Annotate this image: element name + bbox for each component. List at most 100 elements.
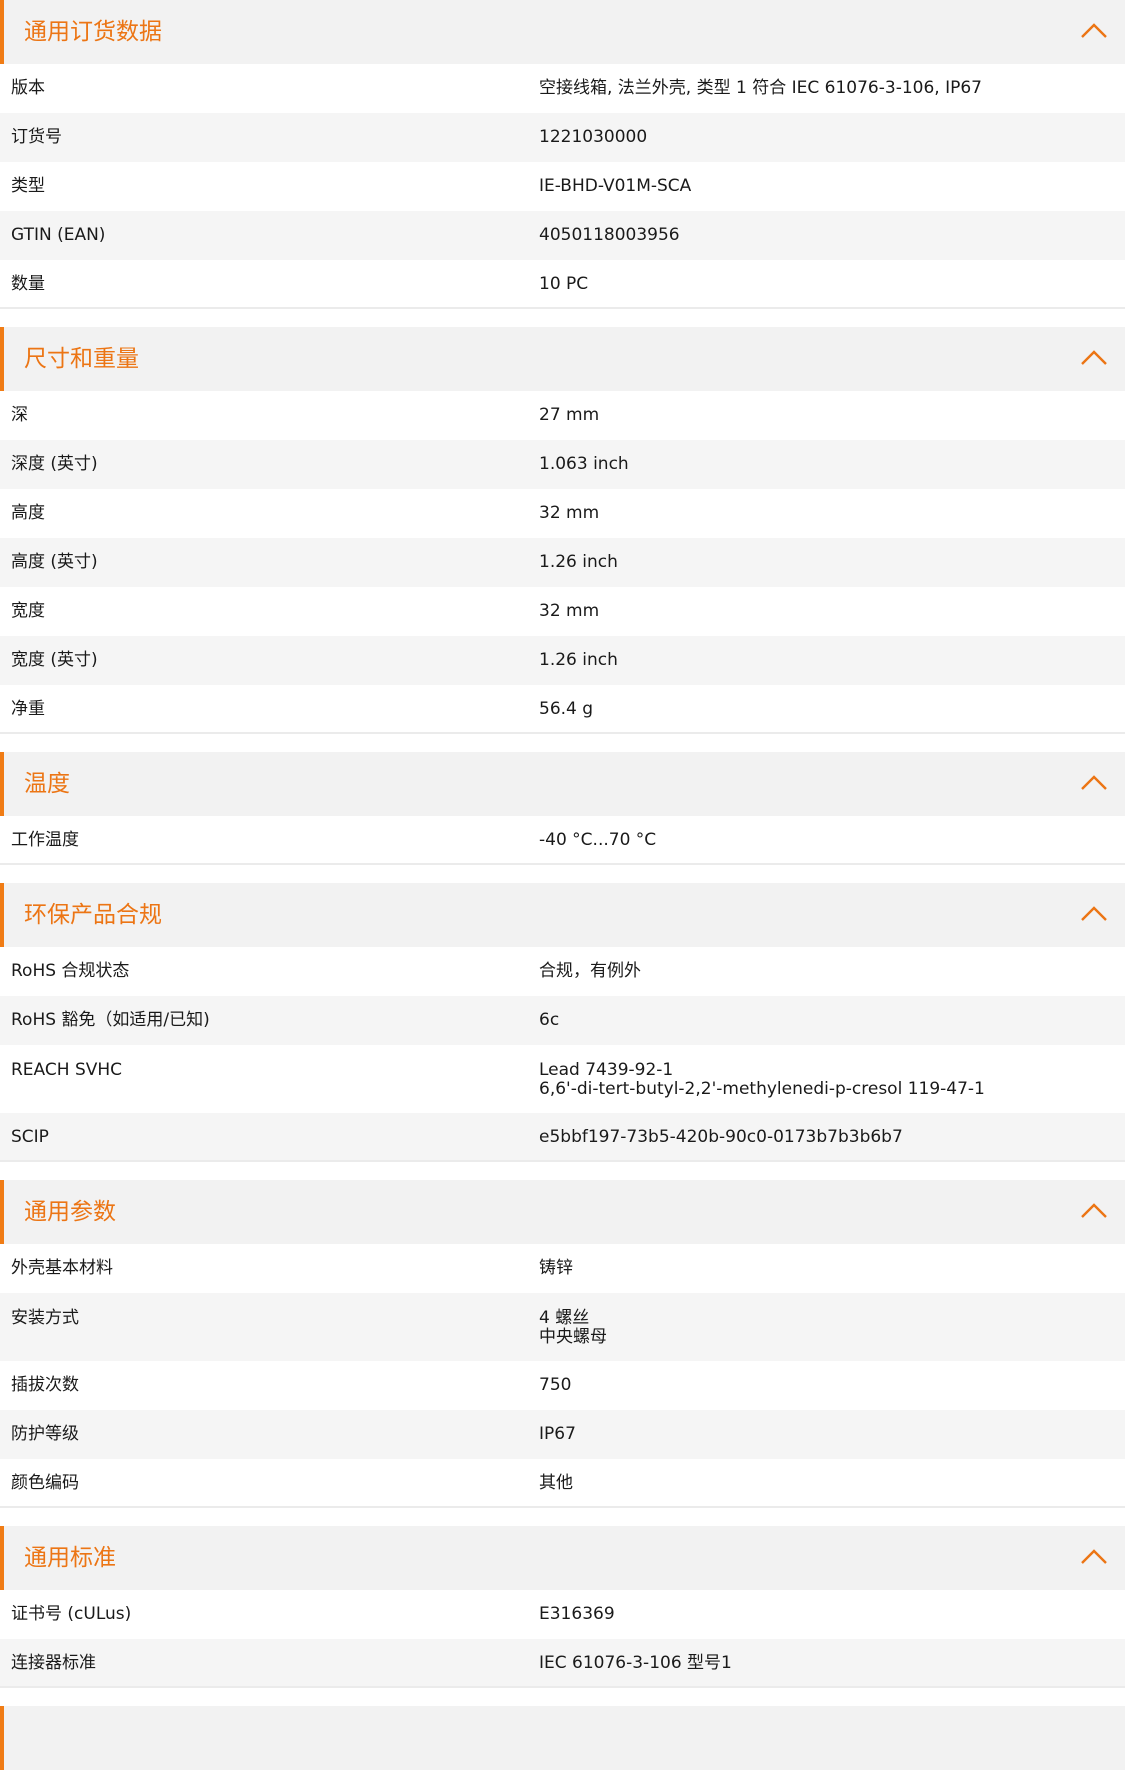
spec-label: 宽度 (英寸) <box>11 650 98 670</box>
spec-row: 宽度 (英寸) 1.26 inch <box>0 636 1125 685</box>
spec-value: 6c <box>539 1010 560 1030</box>
spec-section: 通用订货数据版本 空接线箱, 法兰外壳, 类型 1 符合 IEC 61076-3-… <box>0 0 1125 309</box>
spec-value: 1.26 inch <box>539 650 618 670</box>
spec-row: 宽度 32 mm <box>0 587 1125 636</box>
spec-row: 数量 10 PC <box>0 260 1125 309</box>
section-title: 尺寸和重量 <box>24 346 139 372</box>
spec-row: 净重 56.4 g <box>0 685 1125 734</box>
chevron-up-icon[interactable] <box>1079 901 1109 925</box>
section-header-toggle[interactable]: 通用参数 <box>0 1180 1125 1244</box>
spec-value: 750 <box>539 1375 572 1395</box>
spec-row: RoHS 合规状态 合规，有例外 <box>0 947 1125 996</box>
section-header-toggle[interactable]: 尺寸和重量 <box>0 327 1125 391</box>
spec-label: RoHS 豁免（如适用/已知) <box>11 1010 210 1030</box>
spec-row: 工作温度 -40 °C...70 °C <box>0 816 1125 865</box>
spec-label: 证书号 (cULus) <box>11 1604 132 1624</box>
section-title: 环保产品合规 <box>24 902 162 928</box>
chevron-up-icon[interactable] <box>1079 770 1109 794</box>
spec-row: 插拔次数 750 <box>0 1361 1125 1410</box>
spec-row: 高度 (英寸) 1.26 inch <box>0 538 1125 587</box>
spec-label: SCIP <box>11 1127 49 1147</box>
spec-label: 深度 (英寸) <box>11 454 98 474</box>
section-title: 通用标准 <box>24 1545 116 1571</box>
chevron-up-icon[interactable] <box>1079 1544 1109 1568</box>
spec-rows: 深 27 mm 深度 (英寸) 1.063 inch 高度 32 mm 高度 (英寸) 1.2… <box>0 391 1125 734</box>
spec-row: REACH SVHC Lead 7439-92-1 6,6'-di-tert-bu… <box>0 1045 1125 1113</box>
chevron-up-icon[interactable] <box>1079 345 1109 369</box>
spec-label: 安装方式 <box>11 1308 79 1328</box>
spec-label: RoHS 合规状态 <box>11 961 130 981</box>
spec-value: 10 PC <box>539 274 589 294</box>
spec-label: 深 <box>11 405 28 425</box>
spec-rows: 版本 空接线箱, 法兰外壳, 类型 1 符合 IEC 61076-3-106, I… <box>0 64 1125 309</box>
spec-section <box>0 1706 1125 1770</box>
spec-label: 订货号 <box>11 127 62 147</box>
spec-section: 环保产品合规 RoHS 合规状态 合规，有例外 RoHS 豁免（如适用/已知) 6c RE… <box>0 883 1125 1162</box>
spec-value: 1221030000 <box>539 127 648 147</box>
spec-rows: RoHS 合规状态 合规，有例外 RoHS 豁免（如适用/已知) 6c REACH SV… <box>0 947 1125 1162</box>
spec-value: 56.4 g <box>539 699 594 719</box>
spec-row: RoHS 豁免（如适用/已知) 6c <box>0 996 1125 1045</box>
spec-value: E316369 <box>539 1604 615 1624</box>
spec-row: 版本 空接线箱, 法兰外壳, 类型 1 符合 IEC 61076-3-106, I… <box>0 64 1125 113</box>
spec-value: e5bbf197-73b5-420b-90c0-0173b7b3b6b7 <box>539 1127 903 1147</box>
spec-rows: 外壳基本材料 铸锌 安装方式 4 螺丝 中央螺母 插拔次数 750 防护等级 IP67 颜色编码… <box>0 1244 1125 1508</box>
spec-value: Lead 7439-92-1 6,6'-di-tert-butyl-2,2'-m… <box>539 1060 985 1099</box>
spec-label: 高度 <box>11 503 45 523</box>
spec-label: 插拔次数 <box>11 1375 79 1395</box>
spec-label: 数量 <box>11 274 45 294</box>
section-title: 通用订货数据 <box>24 19 162 45</box>
chevron-up-icon[interactable] <box>1079 18 1109 42</box>
spec-row: SCIP e5bbf197-73b5-420b-90c0-0173b7b3b6b7 <box>0 1113 1125 1162</box>
spec-value: IE-BHD-V01M-SCA <box>539 176 692 196</box>
spec-row: 外壳基本材料 铸锌 <box>0 1244 1125 1293</box>
spec-value: IEC 61076-3-106 型号1 <box>539 1653 732 1673</box>
spec-section: 通用标准证书号 (cULus) E316369 连接器标准 IEC 61076-3-1… <box>0 1526 1125 1688</box>
spec-value: 合规，有例外 <box>539 961 641 981</box>
spec-label: 高度 (英寸) <box>11 552 98 572</box>
spec-value: 32 mm <box>539 601 600 621</box>
spec-label: 连接器标准 <box>11 1653 96 1673</box>
section-header-toggle[interactable]: 通用订货数据 <box>0 0 1125 64</box>
spec-value: 27 mm <box>539 405 600 425</box>
section-header-toggle[interactable]: 通用标准 <box>0 1526 1125 1590</box>
product-spec-page: 通用订货数据版本 空接线箱, 法兰外壳, 类型 1 符合 IEC 61076-3-… <box>0 0 1125 1770</box>
spec-row: 颜色编码 其他 <box>0 1459 1125 1508</box>
spec-label: REACH SVHC <box>11 1060 123 1080</box>
spec-value: 4050118003956 <box>539 225 680 245</box>
spec-value: 空接线箱, 法兰外壳, 类型 1 符合 IEC 61076-3-106, IP6… <box>539 78 982 98</box>
spec-label: 版本 <box>11 78 45 98</box>
spec-label: 净重 <box>11 699 45 719</box>
spec-label: 颜色编码 <box>11 1473 79 1493</box>
spec-label: 外壳基本材料 <box>11 1258 113 1278</box>
spec-label: 类型 <box>11 176 45 196</box>
spec-row: 安装方式 4 螺丝 中央螺母 <box>0 1293 1125 1361</box>
spec-rows: 工作温度 -40 °C...70 °C <box>0 816 1125 865</box>
spec-value: 1.26 inch <box>539 552 618 572</box>
spec-row: 防护等级 IP67 <box>0 1410 1125 1459</box>
spec-rows: 证书号 (cULus) E316369 连接器标准 IEC 61076-3-106 型… <box>0 1590 1125 1688</box>
spec-row: 深度 (英寸) 1.063 inch <box>0 440 1125 489</box>
spec-value: -40 °C...70 °C <box>539 830 657 850</box>
spec-section: 温度工作温度 -40 °C...70 °C <box>0 752 1125 865</box>
spec-value: 1.063 inch <box>539 454 629 474</box>
spec-row: 深 27 mm <box>0 391 1125 440</box>
section-header-toggle[interactable]: 温度 <box>0 752 1125 816</box>
section-title: 温度 <box>24 771 70 797</box>
spec-label: GTIN (EAN) <box>11 225 106 245</box>
spec-value: 4 螺丝 中央螺母 <box>539 1308 607 1347</box>
spec-label: 防护等级 <box>11 1424 79 1444</box>
spec-value: 铸锌 <box>539 1258 573 1278</box>
section-header-toggle[interactable] <box>0 1706 1125 1770</box>
spec-row: 连接器标准 IEC 61076-3-106 型号1 <box>0 1639 1125 1688</box>
chevron-up-icon[interactable] <box>1079 1198 1109 1222</box>
spec-label: 工作温度 <box>11 830 79 850</box>
spec-value: 其他 <box>539 1473 573 1493</box>
spec-row: 订货号 1221030000 <box>0 113 1125 162</box>
spec-row: 证书号 (cULus) E316369 <box>0 1590 1125 1639</box>
spec-label: 宽度 <box>11 601 45 621</box>
spec-row: 高度 32 mm <box>0 489 1125 538</box>
section-header-toggle[interactable]: 环保产品合规 <box>0 883 1125 947</box>
spec-row: 类型 IE-BHD-V01M-SCA <box>0 162 1125 211</box>
spec-value: 32 mm <box>539 503 600 523</box>
